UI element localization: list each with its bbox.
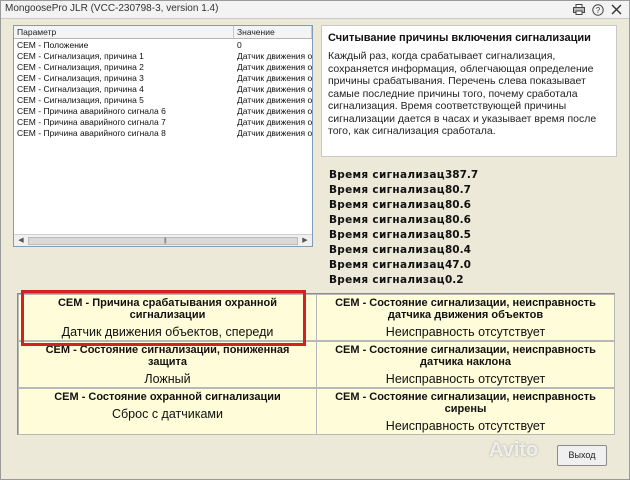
time-row: Время сигнализац 47.0	[329, 257, 478, 272]
list-row[interactable]: CEM - Положение 0	[14, 40, 312, 51]
exit-button[interactable]: Выход	[557, 445, 607, 466]
status-title: CEM - Состояние сигнализации, неисправно…	[335, 344, 596, 368]
status-title: CEM - Состояние сигнализации, пониженная…	[45, 344, 290, 368]
scrollbar-thumb[interactable]	[28, 237, 298, 245]
window-title: MongoosePro JLR (VCC-230798-3, version 1…	[5, 3, 219, 14]
row-value: Датчик движения объ	[237, 62, 312, 72]
row-value: Датчик движения объ	[237, 106, 312, 116]
svg-text:?: ?	[595, 6, 600, 15]
list-row[interactable]: CEM - Сигнализация, причина 5 Датчик дви…	[14, 95, 312, 106]
status-cell-alarm-cause: CEM - Причина срабатывания охранной сигн…	[18, 294, 317, 341]
time-value: 0.2	[445, 273, 464, 286]
time-row: Время сигнализац 387.7	[329, 167, 478, 182]
row-value: Датчик движения объ	[237, 51, 312, 61]
close-icon[interactable]	[610, 3, 623, 16]
list-rows: CEM - Положение 0 CEM - Сигнализация, пр…	[14, 40, 312, 139]
help-icon[interactable]: ?	[591, 3, 604, 16]
time-label: Время сигнализац	[329, 273, 445, 286]
list-row[interactable]: CEM - Причина аварийного сигнала 8 Датчи…	[14, 128, 312, 139]
row-value: 0	[237, 40, 242, 50]
status-value: Датчик движения объектов, спереди	[61, 325, 274, 339]
row-value: Датчик движения объ	[237, 128, 312, 138]
app-window: MongoosePro JLR (VCC-230798-3, version 1…	[0, 0, 630, 480]
status-value: Неисправность отсутствует	[385, 325, 546, 339]
status-value: Сброс с датчиками	[112, 407, 223, 421]
status-value: Неисправность отсутствует	[385, 419, 546, 433]
title-bar: MongoosePro JLR (VCC-230798-3, version 1…	[1, 1, 629, 19]
row-param: CEM - Сигнализация, причина 2	[17, 62, 144, 72]
time-label: Время сигнализац	[329, 258, 445, 271]
list-row[interactable]: CEM - Сигнализация, причина 2 Датчик дви…	[14, 62, 312, 73]
time-row: Время сигнализац 0.2	[329, 272, 478, 287]
status-cell-tilt-sensor-fault: CEM - Состояние сигнализации, неисправно…	[316, 341, 615, 388]
printer-icon[interactable]	[572, 3, 585, 16]
alarm-times: Время сигнализац 387.7 Время сигнализац …	[329, 167, 478, 287]
column-header-param[interactable]: Параметр	[14, 26, 234, 38]
time-value: 387.7	[445, 168, 479, 181]
status-cell-reduced-protection: CEM - Состояние сигнализации, пониженная…	[18, 341, 317, 388]
time-label: Время сигнализац	[329, 243, 445, 256]
list-row[interactable]: CEM - Сигнализация, причина 3 Датчик дви…	[14, 73, 312, 84]
row-value: Датчик движения объ	[237, 95, 312, 105]
row-param: CEM - Сигнализация, причина 1	[17, 51, 144, 61]
status-grid: CEM - Причина срабатывания охранной сигн…	[17, 293, 615, 435]
time-label: Время сигнализац	[329, 213, 445, 226]
row-value: Датчик движения объ	[237, 73, 312, 83]
time-row: Время сигнализац 80.6	[329, 212, 478, 227]
scroll-right-icon[interactable]: ▶	[299, 236, 311, 246]
time-row: Время сигнализац 80.6	[329, 197, 478, 212]
status-cell-siren-fault: CEM - Состояние сигнализации, неисправно…	[316, 388, 615, 435]
list-row[interactable]: CEM - Причина аварийного сигнала 6 Датчи…	[14, 106, 312, 117]
parameter-list[interactable]: Параметр Значение CEM - Положение 0 CEM …	[13, 25, 313, 247]
description-title: Считывание причины включения сигнализаци…	[328, 32, 591, 44]
list-row[interactable]: CEM - Сигнализация, причина 4 Датчик дви…	[14, 84, 312, 95]
scrollbar-grip-icon: |||	[164, 238, 167, 244]
status-cell-alarm-state: CEM - Состояние охранной сигнализации Сб…	[18, 388, 317, 435]
column-header-value[interactable]: Значение	[234, 26, 312, 38]
time-row: Время сигнализац 80.7	[329, 182, 478, 197]
list-header: Параметр Значение	[14, 26, 312, 39]
status-cell-motion-sensor-fault: CEM - Состояние сигнализации, неисправно…	[316, 294, 615, 341]
status-title: CEM - Состояние сигнализации, неисправно…	[335, 297, 596, 321]
time-label: Время сигнализац	[329, 228, 445, 241]
time-label: Время сигнализац	[329, 198, 445, 211]
scroll-left-icon[interactable]: ◀	[15, 236, 27, 246]
list-row[interactable]: CEM - Сигнализация, причина 1 Датчик дви…	[14, 51, 312, 62]
row-param: CEM - Причина аварийного сигнала 8	[17, 128, 166, 138]
row-param: CEM - Сигнализация, причина 3	[17, 73, 144, 83]
row-param: CEM - Причина аварийного сигнала 6	[17, 106, 166, 116]
time-row: Время сигнализац 80.5	[329, 227, 478, 242]
description-text: Каждый раз, когда срабатывает сигнализац…	[328, 50, 597, 137]
time-value: 80.6	[445, 213, 471, 226]
status-value: Неисправность отсутствует	[385, 372, 546, 386]
time-value: 80.7	[445, 183, 471, 196]
horizontal-scrollbar[interactable]: ◀ ||| ▶	[14, 234, 312, 246]
status-title: CEM - Состояние сигнализации, неисправно…	[335, 391, 596, 415]
status-title: CEM - Причина срабатывания охранной сигн…	[57, 297, 277, 321]
row-param: CEM - Положение	[17, 40, 89, 50]
row-param: CEM - Причина аварийного сигнала 7	[17, 117, 166, 127]
time-value: 80.4	[445, 243, 471, 256]
status-title: CEM - Состояние охранной сигнализации	[54, 391, 281, 403]
time-row: Время сигнализац 80.4	[329, 242, 478, 257]
status-value: Ложный	[144, 372, 191, 386]
time-value: 80.5	[445, 228, 471, 241]
list-row[interactable]: CEM - Причина аварийного сигнала 7 Датчи…	[14, 117, 312, 128]
time-label: Время сигнализац	[329, 168, 445, 181]
description-panel: Считывание причины включения сигнализаци…	[321, 25, 617, 157]
watermark: Avito	[489, 439, 539, 461]
title-bar-icons: ?	[572, 3, 623, 16]
row-value: Датчик движения объ	[237, 84, 312, 94]
time-value: 80.6	[445, 198, 471, 211]
row-value: Датчик движения объ	[237, 117, 312, 127]
time-value: 47.0	[445, 258, 471, 271]
row-param: CEM - Сигнализация, причина 4	[17, 84, 144, 94]
time-label: Время сигнализац	[329, 183, 445, 196]
row-param: CEM - Сигнализация, причина 5	[17, 95, 144, 105]
